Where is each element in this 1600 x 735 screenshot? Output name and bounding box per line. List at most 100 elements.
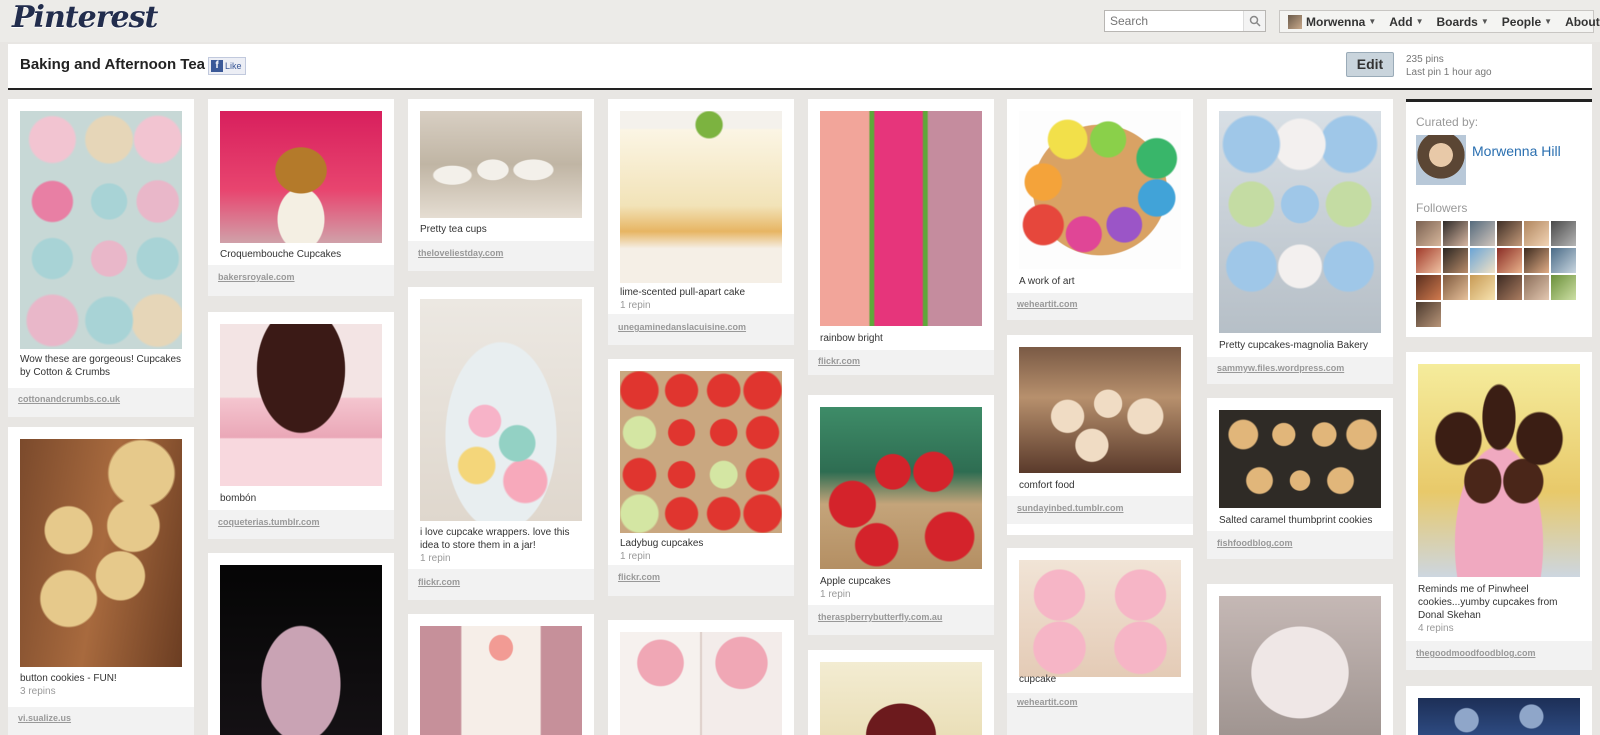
pin-description-text: A work of art xyxy=(1019,276,1075,287)
pin-description: Apple cupcakes 1 repin xyxy=(820,575,982,601)
pin-card[interactable]: Salted caramel thumbprint cookies fishfo… xyxy=(1207,398,1393,559)
pin-card[interactable]: Reminds me of Pinwheel cookies...yumby c… xyxy=(1406,352,1592,670)
follower-avatar[interactable] xyxy=(1524,275,1549,300)
follower-avatar[interactable] xyxy=(1443,248,1468,273)
pin-source-link[interactable]: coqueterias.tumblr.com xyxy=(208,510,394,539)
curated-by-panel: Curated by: Morwenna Hill Followers xyxy=(1406,99,1592,337)
pin-source-link[interactable]: cottonandcrumbs.co.uk xyxy=(8,388,194,417)
curator-name-link[interactable]: Morwenna Hill xyxy=(1472,142,1582,160)
pin-card[interactable]: Croquembouche Cupcakes bakersroyale.com xyxy=(208,99,394,296)
pin-card[interactable]: bombón coqueterias.tumblr.com xyxy=(208,312,394,539)
chevron-down-icon: ▼ xyxy=(1544,17,1553,26)
pin-description-text: Croquembouche Cupcakes xyxy=(220,249,342,260)
follower-avatar[interactable] xyxy=(1416,275,1441,300)
pin-source-link[interactable]: bakersroyale.com xyxy=(208,265,394,296)
pin-card[interactable]: Ladybug cupcakes 1 repin flickr.com xyxy=(608,359,794,596)
pin-description-text: i love cupcake wrappers. love this idea … xyxy=(420,527,570,551)
pin-description: cupcake xyxy=(1019,673,1181,686)
pin-source-link[interactable]: thegoodmoodfoodblog.com xyxy=(1406,641,1592,670)
nav-user-menu[interactable]: Morwenna ▼ xyxy=(1288,14,1376,29)
follower-avatar[interactable] xyxy=(1497,248,1522,273)
follower-avatar[interactable] xyxy=(1497,221,1522,246)
facebook-like-button[interactable]: f Like xyxy=(208,57,246,75)
search-button[interactable] xyxy=(1243,11,1265,31)
pin-image[interactable] xyxy=(620,371,782,533)
pin-source-link[interactable]: flickr.com xyxy=(408,569,594,600)
pin-card[interactable]: Wow these are gorgeous! Cupcakes by Cott… xyxy=(8,99,194,417)
pin-card[interactable]: rainbow bright flickr.com xyxy=(808,99,994,375)
pin-image[interactable] xyxy=(420,111,582,218)
edit-board-button[interactable]: Edit xyxy=(1346,52,1394,77)
nav-add-menu[interactable]: Add ▼ xyxy=(1389,15,1423,29)
follower-avatar[interactable] xyxy=(1551,221,1576,246)
follower-avatar[interactable] xyxy=(1497,275,1522,300)
pin-image[interactable] xyxy=(420,626,582,735)
pin-card[interactable] xyxy=(808,650,994,735)
pin-card[interactable] xyxy=(608,620,794,735)
pin-image[interactable] xyxy=(820,407,982,569)
pin-image[interactable] xyxy=(1219,111,1381,333)
pin-image[interactable] xyxy=(20,439,182,667)
follower-avatar[interactable] xyxy=(1524,248,1549,273)
pin-image[interactable] xyxy=(1219,596,1381,735)
pin-card[interactable]: button cookies - FUN! 3 repins vi.sualize… xyxy=(8,427,194,735)
pin-image[interactable] xyxy=(20,111,182,349)
pin-image[interactable] xyxy=(1019,560,1181,677)
pin-image[interactable] xyxy=(1219,410,1381,508)
nav-about-menu[interactable]: About▼ xyxy=(1565,15,1600,29)
pin-card[interactable] xyxy=(408,614,594,735)
nav-boards-menu[interactable]: Boards ▼ xyxy=(1437,15,1489,29)
follower-avatar[interactable] xyxy=(1470,248,1495,273)
follower-avatar[interactable] xyxy=(1443,221,1468,246)
pin-card[interactable]: Pretty tea cups theloveliestday.com xyxy=(408,99,594,271)
pin-image[interactable] xyxy=(820,111,982,326)
follower-avatar[interactable] xyxy=(1551,275,1576,300)
pin-image[interactable] xyxy=(420,299,582,521)
pin-image[interactable] xyxy=(820,662,982,735)
follower-avatar[interactable] xyxy=(1416,302,1441,327)
pin-image[interactable] xyxy=(1418,698,1580,735)
pin-image[interactable] xyxy=(220,324,382,486)
nav-about-label: About xyxy=(1565,14,1600,29)
follower-avatar[interactable] xyxy=(1551,248,1576,273)
pin-card[interactable]: A work of art weheartit.com xyxy=(1007,99,1193,320)
pin-card[interactable]: Pretty cupcakes-magnolia Bakery sammyw.f… xyxy=(1207,99,1393,384)
pin-image[interactable] xyxy=(1418,364,1580,577)
nav-people-menu[interactable]: People ▼ xyxy=(1502,15,1552,29)
pin-card[interactable]: cupcake weheartit.com xyxy=(1007,548,1193,735)
follower-avatar[interactable] xyxy=(1443,275,1468,300)
pin-card[interactable] xyxy=(208,553,394,735)
pin-source-link[interactable]: theloveliestday.com xyxy=(408,241,594,271)
pin-source-link[interactable]: vi.sualize.us xyxy=(8,707,194,735)
pin-card[interactable]: comfort food sundayinbed.tumblr.com xyxy=(1007,335,1193,535)
pin-image[interactable] xyxy=(620,632,782,735)
pin-image[interactable] xyxy=(220,111,382,243)
pin-source-link[interactable]: weheartit.com xyxy=(1007,293,1193,320)
pinterest-logo[interactable]: Pinterest xyxy=(12,0,158,35)
follower-avatar[interactable] xyxy=(1416,248,1441,273)
pin-source-link[interactable]: weheartit.com xyxy=(1007,693,1193,735)
pin-source-link[interactable]: fishfoodblog.com xyxy=(1207,531,1393,559)
pin-source-link[interactable]: unegaminedanslacuisine.com xyxy=(608,314,794,345)
pin-description: Salted caramel thumbprint cookies xyxy=(1219,514,1381,527)
search-input[interactable] xyxy=(1105,11,1243,31)
pin-source-link[interactable]: sundayinbed.tumblr.com xyxy=(1007,496,1193,524)
follower-avatar[interactable] xyxy=(1470,221,1495,246)
pin-card[interactable]: i love cupcake wrappers. love this idea … xyxy=(408,287,594,600)
follower-avatar[interactable] xyxy=(1416,221,1441,246)
curator-avatar[interactable] xyxy=(1416,135,1466,185)
pin-image[interactable] xyxy=(220,565,382,735)
pin-image[interactable] xyxy=(1019,111,1181,269)
pin-source-link[interactable]: flickr.com xyxy=(808,350,994,375)
follower-avatar[interactable] xyxy=(1470,275,1495,300)
pin-source-link[interactable]: theraspberrybutterfly.com.au xyxy=(808,605,994,635)
pin-image[interactable] xyxy=(1019,347,1181,473)
follower-avatar[interactable] xyxy=(1524,221,1549,246)
pin-card[interactable] xyxy=(1406,686,1592,735)
pin-card[interactable] xyxy=(1207,584,1393,735)
pin-image[interactable] xyxy=(620,111,782,283)
pin-source-link[interactable]: flickr.com xyxy=(608,565,794,596)
pin-source-link[interactable]: sammyw.files.wordpress.com xyxy=(1207,357,1393,384)
pin-card[interactable]: lime-scented pull-apart cake 1 repin uneg… xyxy=(608,99,794,345)
pin-card[interactable]: Apple cupcakes 1 repin theraspberrybutter… xyxy=(808,395,994,635)
